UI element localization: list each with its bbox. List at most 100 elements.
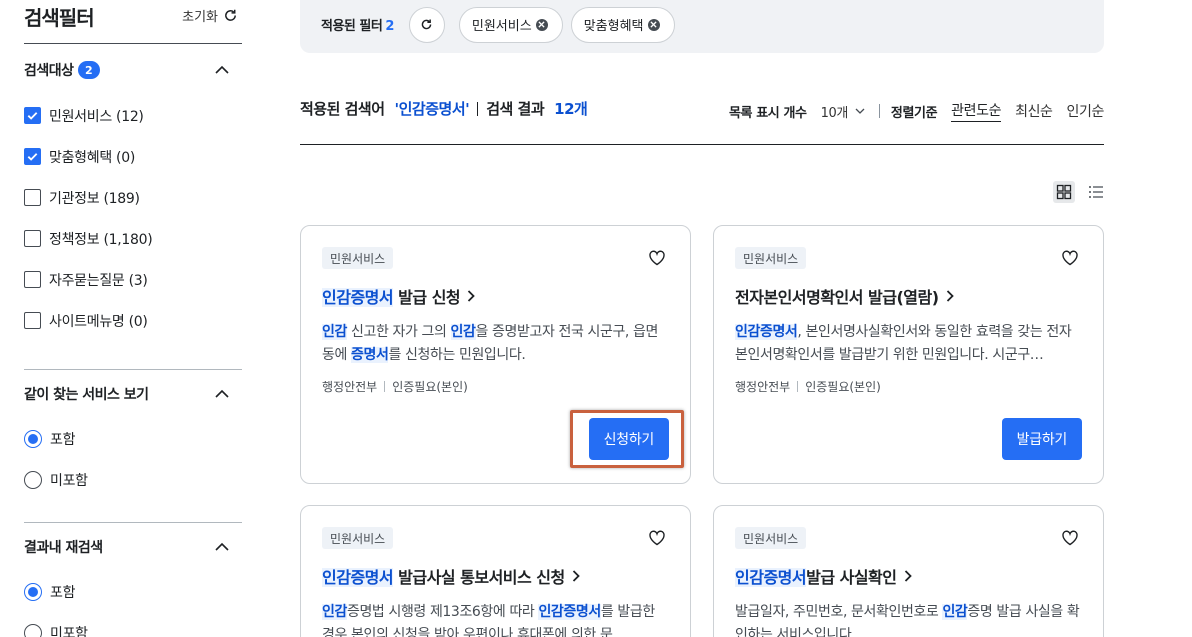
checkbox-unchecked[interactable] [24,312,41,329]
option-label: 포함 [50,431,76,448]
card-meta: 행정안전부 인증필요(본인) [735,378,881,395]
card-title-link[interactable]: 인감증명서 발급사실 통보서비스 신청 [322,564,583,588]
heart-icon[interactable] [1061,529,1079,547]
checkbox-unchecked[interactable] [24,271,41,288]
checkbox-custom-benefit[interactable]: 맞춤형혜택 (0) [24,136,242,177]
heart-icon[interactable] [648,249,666,267]
result-summary-row: 적용된 검색어 '인감증명서' 검색 결과 12개 목록 표시 개수 10개 정… [300,86,1104,145]
highlighted-keyword: 인감증명서 [322,288,394,307]
checkbox-policy-info[interactable]: 정책정보 (1,180) [24,218,242,259]
card-description: 인감증명법 시행령 제13조6항에 따라 인감증명서를 발급한 경우 본인의 신… [322,601,667,637]
result-card: 민원서비스 인감증명서발급 사실확인 발급일자, 주민번호, 문서확인번호로 인… [713,505,1104,637]
text-segment: 발급 사실확인 [806,568,897,587]
result-card: 민원서비스 인감증명서 발급사실 통보서비스 신청 인감증명법 시행령 제13조… [300,505,691,637]
sidebar-title: 검색필터 [24,6,95,30]
radio-include[interactable]: 포함 [24,418,242,459]
option-label: 정책정보 (1,180) [49,231,153,248]
card-title-link[interactable]: 전자본인서명확인서 발급(열람) [735,284,957,308]
reset-button[interactable]: 초기화 [182,6,238,25]
list-icon [1089,186,1103,198]
list-view-button[interactable] [1085,181,1107,203]
category-tag: 민원서비스 [322,247,394,269]
highlighted-keyword: 증명서 [351,347,389,363]
text-segment: 증명법 시행령 제13조6항에 따라 [346,604,539,620]
text-segment: 전자본인서명확인서 발급(열람) [735,288,939,307]
radio-unselected[interactable] [24,623,42,637]
reset-label: 초기화 [182,10,218,25]
heart-icon[interactable] [648,529,666,547]
text-segment: 발급일자, 주민번호, 문서확인번호로 [735,604,943,620]
section-toggle-related-services[interactable]: 같이 찾는 서비스 보기 [24,384,242,404]
option-label: 포함 [50,584,76,601]
chevron-down-icon [855,108,865,114]
option-label: 맞춤형혜택 (0) [49,149,135,166]
radio-selected[interactable] [24,429,42,448]
card-title-link[interactable]: 인감증명서발급 사실확인 [735,564,915,588]
filter-section-search-target: 검색대상 2 민원서비스 (12) 맞춤형혜택 (0) 기관정보 (189) 정… [24,44,242,370]
filter-chip: 맞춤형혜택 [570,6,675,43]
heart-icon[interactable] [1061,249,1079,267]
result-card: 민원서비스 전자본인서명확인서 발급(열람) 인감증명서, 본인서명사실확인서와… [713,225,1104,484]
divider [477,101,479,116]
sort-popular[interactable]: 인기순 [1067,101,1105,121]
checkbox-unchecked[interactable] [24,230,41,247]
section-title: 같이 찾는 서비스 보기 [24,387,149,403]
result-count: 12개 [554,100,588,118]
card-description: 인감증명서, 본인서명사실확인서와 동일한 효력을 갖는 전자본인서명확인서를 … [735,321,1080,367]
highlighted-keyword: 인감증명서 [735,568,807,587]
section-toggle-search-target[interactable]: 검색대상 2 [24,60,242,80]
clear-filters-button[interactable] [408,6,445,43]
radio-exclude[interactable]: 미포함 [24,459,242,500]
checkbox-checked[interactable] [24,107,41,124]
option-label: 사이트메뉴명 (0) [49,313,148,330]
option-label: 미포함 [50,625,88,637]
page-size-label: 목록 표시 개수 [728,105,807,121]
auth-requirement: 인증필요(본인) [805,380,881,394]
section-title: 결과내 재검색 [24,540,103,556]
sort-label: 정렬기준 [890,105,938,121]
count-badge: 2 [77,61,100,79]
text-segment: 발급사실 통보서비스 신청 [393,568,565,587]
radio-research-exclude[interactable]: 미포함 [24,612,242,637]
chevron-up-icon [215,389,229,398]
sort-relevance[interactable]: 관련도순 [951,100,1001,122]
checkbox-checked[interactable] [24,148,41,165]
chevron-up-icon [215,542,229,551]
issue-button[interactable]: 발급하기 [1001,418,1082,460]
checkbox-site-menu[interactable]: 사이트메뉴명 (0) [24,300,242,341]
card-meta: 행정안전부 인증필요(본인) [322,378,468,395]
checkbox-faq[interactable]: 자주묻는질문 (3) [24,259,242,300]
highlighted-keyword: 인감 [322,604,347,620]
chevron-right-icon [946,290,954,302]
radio-selected[interactable] [24,582,42,601]
refresh-icon [225,9,236,21]
radio-research-include[interactable]: 포함 [24,571,242,612]
view-toggle [1053,181,1107,203]
text-segment: 신고한 자가 그의 [346,324,451,340]
checkbox-civil-service[interactable]: 민원서비스 (12) [24,95,242,136]
highlighted-keyword: 인감 [450,324,476,340]
text-segment: 발급 신청 [393,288,461,307]
agency-name: 행정안전부 [322,380,378,394]
checkbox-agency-info[interactable]: 기관정보 (189) [24,177,242,218]
category-tag: 민원서비스 [735,247,807,269]
chip-remove-icon[interactable] [535,18,548,31]
apply-button[interactable]: 신청하기 [588,418,669,460]
agency-name: 행정안전부 [735,380,791,394]
sort-latest[interactable]: 최신순 [1015,101,1053,121]
option-label: 미포함 [50,472,88,489]
section-toggle-research[interactable]: 결과내 재검색 [24,537,242,557]
radio-unselected[interactable] [24,470,42,489]
check-icon [27,153,38,161]
card-description: 발급일자, 주민번호, 문서확인번호로 인감증명 발급 사실을 확인하는 서비스… [735,601,1080,637]
applied-filter-count: 2 [385,19,394,34]
checkbox-unchecked[interactable] [24,189,41,206]
option-label: 자주묻는질문 (3) [49,272,148,289]
page-size-select[interactable]: 10개 [821,102,866,121]
chevron-right-icon [468,290,475,302]
card-title-link[interactable]: 인감증명서 발급 신청 [322,284,478,308]
grid-view-button[interactable] [1053,181,1075,203]
result-summary: 적용된 검색어 '인감증명서' 검색 결과 12개 [300,98,588,119]
chip-remove-icon[interactable] [647,18,660,31]
card-title: 인감증명서 발급사실 통보서비스 신청 [322,564,565,588]
